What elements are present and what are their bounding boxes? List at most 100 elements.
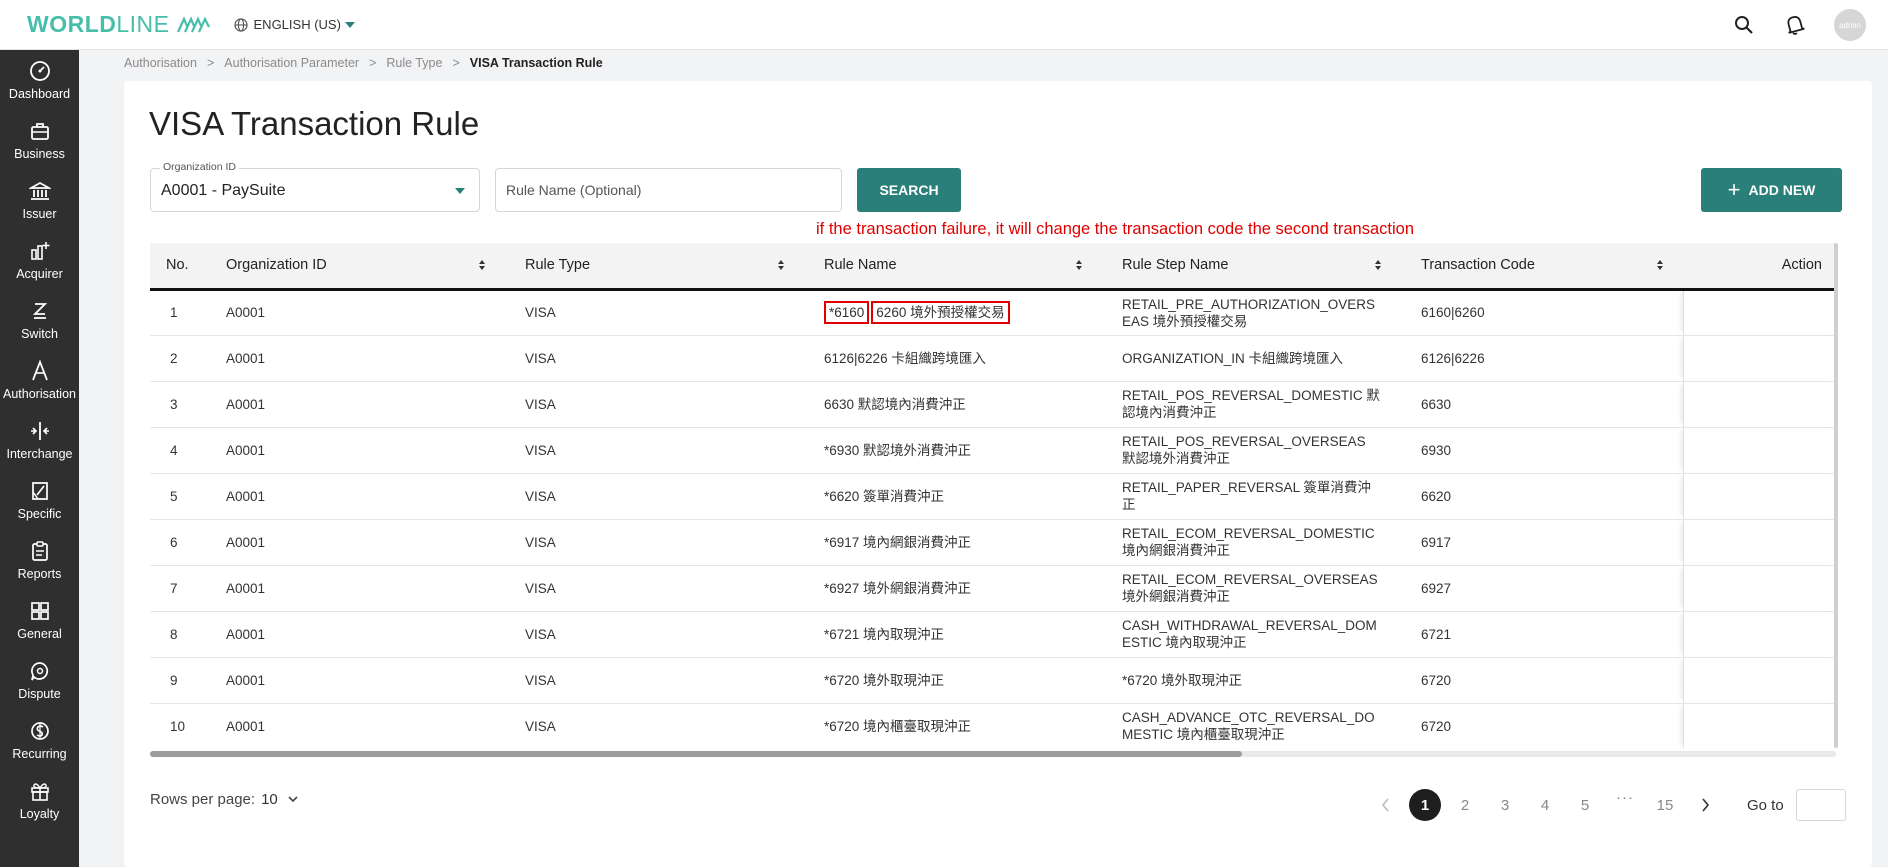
sidebar-item-interchange[interactable]: Interchange — [0, 410, 79, 470]
cell-action[interactable] — [1682, 427, 1836, 474]
cell-action[interactable] — [1682, 703, 1836, 748]
cell-action[interactable] — [1682, 611, 1836, 658]
rows-per-page: Rows per page: 10 — [150, 791, 298, 808]
breadcrumb-item[interactable]: Rule Type — [386, 56, 442, 70]
rows-per-page-label: Rows per page: — [150, 791, 256, 808]
cell-rule-name: *6160 6260 境外預授權交易 — [804, 289, 1102, 336]
page-button-3[interactable]: 3 — [1485, 789, 1525, 821]
breadcrumb-current: VISA Transaction Rule — [469, 56, 603, 70]
cell-action[interactable] — [1682, 289, 1836, 336]
notification-bell-icon[interactable] — [1783, 13, 1807, 37]
sidebar-item-issuer[interactable]: Issuer — [0, 170, 79, 230]
cell-transaction-code: 6630 — [1401, 381, 1683, 428]
sidebar-item-label: Reports — [17, 566, 62, 581]
rule-name-input[interactable] — [495, 168, 842, 212]
column-header-rule-name[interactable]: Rule Name — [804, 243, 1102, 291]
briefcase-icon — [30, 122, 49, 140]
table-row[interactable]: 4 A0001 VISA *6930 默認境外消費沖正 RETAIL_POS_R… — [150, 427, 1836, 474]
breadcrumb-item[interactable]: Authorisation Parameter — [224, 56, 359, 70]
cell-organization-id: A0001 — [206, 703, 505, 748]
add-new-button[interactable]: + ADD NEW — [1701, 168, 1842, 212]
table-header-row: No. Organization ID Rule Type Rule Name … — [150, 243, 1836, 291]
breadcrumb: Authorisation > Authorisation Parameter … — [124, 56, 603, 70]
breadcrumb-item[interactable]: Authorisation — [124, 56, 197, 70]
organization-id-select[interactable]: Organization ID A0001 - PaySuite — [150, 161, 480, 212]
chevron-down-icon[interactable] — [288, 796, 298, 803]
cell-no: 5 — [150, 473, 206, 520]
cell-action[interactable] — [1682, 381, 1836, 428]
rows-per-page-select[interactable]: 10 — [261, 791, 278, 808]
sidebar-item-specific[interactable]: Specific — [0, 470, 79, 530]
table-row[interactable]: 7 A0001 VISA *6927 境外網銀消費沖正 RETAIL_ECOM_… — [150, 565, 1836, 612]
search-button[interactable]: SEARCH — [857, 168, 961, 212]
table-row[interactable]: 10 A0001 VISA *6720 境內櫃臺取現沖正 CASH_ADVANC… — [150, 703, 1836, 748]
chevron-down-icon — [344, 21, 355, 28]
cell-no: 9 — [150, 657, 206, 704]
column-header-organization-id[interactable]: Organization ID — [206, 243, 505, 291]
sidebar-item-general[interactable]: General — [0, 590, 79, 650]
pagination: 1 2 3 4 5 ··· 15 Go to — [1365, 789, 1846, 821]
logo-text-bold: WORLD — [27, 11, 117, 37]
page-button-5[interactable]: 5 — [1565, 789, 1605, 821]
page-button-2[interactable]: 2 — [1445, 789, 1485, 821]
cell-transaction-code: 6620 — [1401, 473, 1683, 520]
sidebar-item-dispute[interactable]: Dispute — [0, 650, 79, 710]
sidebar-item-business[interactable]: Business — [0, 110, 79, 170]
page-button-1[interactable]: 1 — [1405, 789, 1445, 821]
prev-page-button[interactable] — [1365, 789, 1405, 821]
horizontal-scrollbar-thumb[interactable] — [150, 751, 1242, 757]
go-to-page-input[interactable] — [1795, 789, 1846, 821]
table-row[interactable]: 2 A0001 VISA 6126|6226 卡組織跨境匯入 ORGANIZAT… — [150, 335, 1836, 382]
avatar[interactable]: admin — [1834, 9, 1866, 41]
cell-organization-id: A0001 — [206, 427, 505, 474]
cell-rule-step-name: RETAIL_ECOM_REVERSAL_DOMESTIC 境內網銀消費沖正 — [1102, 519, 1401, 566]
column-header-rule-type[interactable]: Rule Type — [505, 243, 804, 291]
cell-action[interactable] — [1682, 565, 1836, 612]
table-row[interactable]: 1 A0001 VISA *6160 6260 境外預授權交易 RETAIL_PR… — [150, 289, 1836, 336]
cell-rule-type: VISA — [505, 289, 804, 336]
cell-rule-name: *6927 境外網銀消費沖正 — [804, 565, 1102, 612]
recurring-icon — [30, 721, 49, 740]
cell-action[interactable] — [1682, 519, 1836, 566]
page-button-last[interactable]: 15 — [1645, 789, 1685, 821]
table-row[interactable]: 9 A0001 VISA *6720 境外取現沖正 *6720 境外取現沖正 6… — [150, 657, 1836, 704]
sidebar-item-label: Dashboard — [8, 86, 71, 101]
sidebar-item-authorisation[interactable]: Authorisation — [0, 350, 79, 410]
cell-rule-step-name: RETAIL_PAPER_REVERSAL 簽單消費沖正 — [1102, 473, 1401, 520]
cell-rule-step-name: RETAIL_PRE_AUTHORIZATION_OVERSEAS 境外預授權交… — [1102, 289, 1401, 336]
search-icon[interactable] — [1732, 13, 1756, 37]
worldline-logo[interactable]: WORLD LINE — [27, 11, 210, 38]
vertical-scrollbar[interactable] — [1834, 243, 1838, 748]
table-row[interactable]: 5 A0001 VISA *6620 簽單消費沖正 RETAIL_PAPER_R… — [150, 473, 1836, 520]
go-to-page: Go to — [1747, 789, 1846, 821]
cell-rule-name: *6720 境外取現沖正 — [804, 657, 1102, 704]
column-header-rule-step-name[interactable]: Rule Step Name — [1102, 243, 1401, 291]
column-header-transaction-code[interactable]: Transaction Code — [1401, 243, 1683, 291]
table-row[interactable]: 3 A0001 VISA 6630 默認境內消費沖正 RETAIL_POS_RE… — [150, 381, 1836, 428]
cell-rule-type: VISA — [505, 473, 804, 520]
cell-action[interactable] — [1682, 473, 1836, 520]
cell-transaction-code: 6917 — [1401, 519, 1683, 566]
cell-no: 4 — [150, 427, 206, 474]
column-header-action: Action — [1683, 243, 1836, 291]
logo-text-light: LINE — [116, 11, 170, 37]
table-row[interactable]: 6 A0001 VISA *6917 境內網銀消費沖正 RETAIL_ECOM_… — [150, 519, 1836, 566]
sidebar-item-reports[interactable]: Reports — [0, 530, 79, 590]
next-page-button[interactable] — [1685, 789, 1725, 821]
page-ellipsis[interactable]: ··· — [1605, 789, 1645, 821]
sidebar-item-dashboard[interactable]: Dashboard — [0, 50, 79, 110]
sidebar-item-switch[interactable]: Switch — [0, 290, 79, 350]
cell-rule-type: VISA — [505, 519, 804, 566]
table-row[interactable]: 8 A0001 VISA *6721 境內取現沖正 CASH_WITHDRAWA… — [150, 611, 1836, 658]
sidebar-item-acquirer[interactable]: Acquirer — [0, 230, 79, 290]
sidebar-item-loyalty[interactable]: Loyalty — [0, 770, 79, 830]
cell-rule-name: *6620 簽單消費沖正 — [804, 473, 1102, 520]
cell-action[interactable] — [1682, 657, 1836, 704]
cell-action[interactable] — [1682, 335, 1836, 382]
sidebar-item-label: Interchange — [6, 446, 73, 461]
cell-rule-type: VISA — [505, 703, 804, 748]
language-selector[interactable]: ENGLISH (US) — [233, 17, 355, 32]
sidebar-item-recurring[interactable]: Recurring — [0, 710, 79, 770]
chevron-left-icon — [1381, 798, 1389, 812]
page-button-4[interactable]: 4 — [1525, 789, 1565, 821]
